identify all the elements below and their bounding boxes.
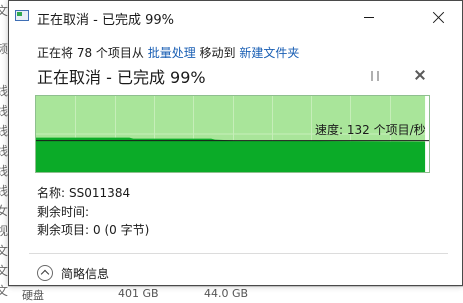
items-remaining-label: 剩余项目: bbox=[37, 223, 90, 237]
background-text: 线 bbox=[0, 144, 9, 158]
destination-folder-link[interactable]: 新建文件夹 bbox=[239, 46, 299, 60]
name-label: 名称: bbox=[37, 186, 66, 200]
close-icon bbox=[433, 11, 445, 23]
divider bbox=[29, 253, 448, 254]
window-title: 正在取消 - 已完成 99% bbox=[37, 13, 174, 28]
background-text: 文 bbox=[0, 4, 9, 18]
minimize-icon bbox=[364, 16, 374, 18]
pause-icon bbox=[377, 71, 379, 81]
minimize-button[interactable] bbox=[346, 1, 392, 33]
background-text: 44.0 GB bbox=[204, 287, 249, 300]
background-file-row: 硬盘 401 GB 44.0 GB bbox=[8, 286, 463, 303]
operation-description: 正在将 78 个项目从 批量处理 移动到 新建文件夹 bbox=[37, 44, 299, 61]
background-text: 女 bbox=[0, 204, 9, 218]
chevron-up-icon bbox=[37, 265, 53, 281]
background-text: 线 bbox=[0, 84, 9, 98]
cancel-button[interactable] bbox=[415, 70, 425, 80]
time-remaining-row: 剩余时间: bbox=[37, 203, 93, 220]
background-text: 频 bbox=[0, 42, 9, 56]
background-text: 文 bbox=[0, 284, 9, 298]
file-operation-dialog: 正在取消 - 已完成 99% 正在将 78 个项目从 批量处理 移动到 新建文件… bbox=[8, 0, 463, 286]
title-bar[interactable]: 正在取消 - 已完成 99% bbox=[9, 1, 462, 33]
background-text: 文 bbox=[0, 244, 9, 258]
status-heading: 正在取消 - 已完成 99% bbox=[37, 68, 206, 87]
operation-prefix: 正在将 78 个项目从 bbox=[37, 46, 148, 60]
background-text: 线 bbox=[0, 164, 9, 178]
close-button[interactable] bbox=[416, 1, 462, 33]
pause-icon bbox=[371, 71, 373, 81]
background-text: 硬盘 bbox=[22, 289, 44, 302]
items-remaining-row: 剩余项目: 0 (0 字节) bbox=[37, 221, 149, 238]
speed-label: 速度: 132 个项目/秒 bbox=[315, 123, 426, 137]
pause-button[interactable] bbox=[371, 71, 379, 81]
background-text: 线 bbox=[0, 124, 9, 138]
source-folder-link[interactable]: 批量处理 bbox=[148, 46, 196, 60]
name-row: 名称: SS011384 bbox=[37, 184, 130, 201]
time-remaining-label: 剩余时间: bbox=[37, 205, 90, 219]
background-text: 401 GB bbox=[118, 287, 159, 300]
background-text: 线 bbox=[0, 104, 9, 118]
file-copy-icon bbox=[15, 10, 29, 21]
background-text: 视 bbox=[0, 224, 9, 238]
background-text: 文 bbox=[0, 264, 9, 278]
operation-middle: 移动到 bbox=[195, 46, 240, 60]
items-remaining-value: 0 (0 字节) bbox=[93, 223, 150, 237]
speed-area bbox=[36, 137, 426, 172]
name-value: SS011384 bbox=[69, 186, 131, 200]
background-text: 线 bbox=[0, 184, 9, 198]
fewer-details-label: 简略信息 bbox=[61, 266, 110, 281]
fewer-details-toggle[interactable]: 简略信息 bbox=[37, 263, 109, 283]
